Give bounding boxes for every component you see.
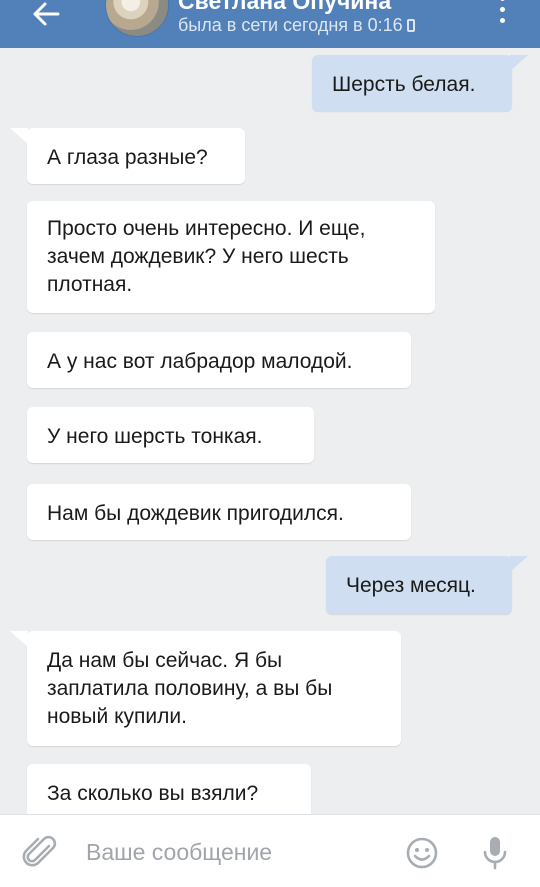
message-bubble-incoming[interactable]: У него шерсть тонкая. [27,407,314,463]
smiley-icon [406,837,438,869]
chat-title[interactable]: Светлана Опучина [178,0,391,15]
last-seen-status: была в сети сегодня в 0:16 [178,15,415,36]
message-text: У него шерсть тонкая. [47,425,263,448]
bubble-tail [10,631,28,647]
message-composer [0,814,540,887]
paperclip-icon [22,835,57,867]
message-text: А глаза разные? [47,146,208,169]
status-text: была в сети сегодня в 0:16 [178,15,403,35]
message-bubble-incoming[interactable]: А у нас вот лабрадор малодой. [27,332,411,388]
attach-button[interactable] [20,833,60,873]
message-text: Шерсть белая. [332,73,476,96]
arrow-left-icon [33,2,60,26]
message-bubble-incoming[interactable]: За сколько вы взяли? [27,764,311,814]
more-menu-button[interactable] [492,0,512,34]
message-input[interactable] [86,835,386,869]
message-bubble-incoming[interactable]: Просто очень интересно. И еще, зачем дож… [27,201,435,313]
avatar[interactable] [106,0,168,36]
message-text: Да нам бы сейчас. Я бы заплатила половин… [47,649,333,728]
bubble-tail [510,55,528,71]
message-bubble-incoming[interactable]: А глаза разные? [27,128,245,184]
message-text: За сколько вы взяли? [47,782,259,805]
phone-icon [406,19,415,32]
bubble-tail [510,556,528,572]
message-bubble-incoming[interactable]: Да нам бы сейчас. Я бы заплатила половин… [27,631,401,746]
voice-message-button[interactable] [478,833,512,873]
microphone-icon [483,837,507,870]
bubble-tail [10,128,28,144]
message-text: Просто очень интересно. И еще, зачем дож… [47,217,366,296]
message-text: Нам бы дождевик пригодился. [47,502,344,525]
back-button[interactable] [18,0,74,42]
more-vertical-icon [500,0,505,1]
emoji-button[interactable] [404,835,440,871]
chat-header: Светлана Опучина была в сети сегодня в 0… [0,0,540,48]
message-list[interactable]: Шерсть белая. А глаза разные? Просто оче… [0,48,540,814]
message-bubble-incoming[interactable]: Нам бы дождевик пригодился. [27,484,411,540]
message-text: А у нас вот лабрадор малодой. [47,350,353,373]
message-bubble-outgoing[interactable]: Шерсть белая. [312,55,512,111]
message-bubble-outgoing[interactable]: Через месяц. [326,556,512,614]
message-text: Через месяц. [346,574,476,597]
